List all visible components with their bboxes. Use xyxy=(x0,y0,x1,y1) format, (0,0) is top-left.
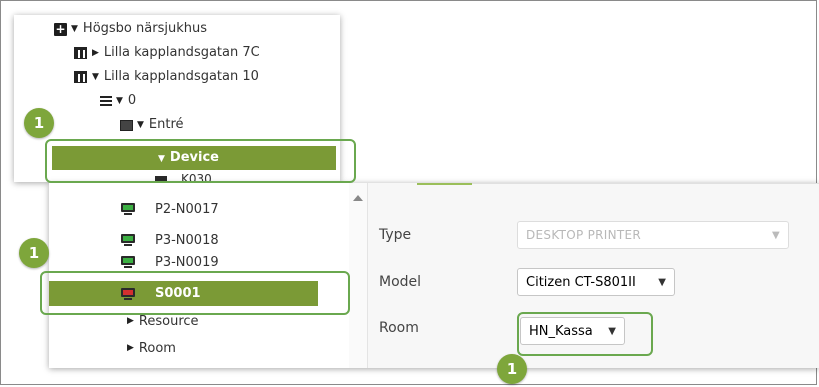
tree-item-floor[interactable]: ▼ 0 xyxy=(100,90,136,112)
type-select: DESKTOP PRINTER ▼ xyxy=(517,221,789,249)
caret-down-icon[interactable]: ▼ xyxy=(71,18,78,40)
callout-badge-1: 1 xyxy=(24,108,54,138)
caret-down-icon[interactable]: ▼ xyxy=(116,90,123,112)
folder-item-room[interactable]: ▶ Room xyxy=(127,337,176,359)
list-item[interactable]: P3-N0018 xyxy=(121,228,219,252)
computer-icon xyxy=(121,256,135,268)
computer-icon xyxy=(121,234,135,246)
room-icon xyxy=(120,119,133,131)
list-item[interactable]: P3-N0019 xyxy=(121,254,219,270)
callout-box-room-select xyxy=(517,312,653,356)
building-icon xyxy=(74,71,87,83)
callout-badge-1: 1 xyxy=(19,238,49,268)
chevron-down-icon: ▼ xyxy=(772,230,780,241)
tab-underline xyxy=(417,183,819,184)
callout-box-device-folder xyxy=(45,139,356,183)
computer-icon xyxy=(121,203,135,215)
list-scrollbar[interactable] xyxy=(349,183,367,368)
list-item[interactable]: P2-N0017 xyxy=(121,197,219,221)
active-tab-indicator xyxy=(417,183,472,185)
room-label: Room xyxy=(379,320,419,336)
tree-item-hospital[interactable]: + ▼ Högsbo närsjukhus xyxy=(54,18,207,40)
tree-item-room-entre[interactable]: ▼ Entré xyxy=(120,114,184,136)
callout-box-selected-device xyxy=(40,271,350,315)
floor-icon xyxy=(100,95,112,107)
caret-right-icon[interactable]: ▶ xyxy=(127,316,134,326)
model-select[interactable]: Citizen CT-S801II ▼ xyxy=(517,268,675,296)
hospital-icon: + xyxy=(54,21,67,36)
type-label: Type xyxy=(379,227,412,243)
caret-down-icon[interactable]: ▼ xyxy=(137,114,144,136)
caret-right-icon[interactable]: ▶ xyxy=(92,42,99,64)
scroll-up-icon[interactable] xyxy=(353,195,363,201)
tree-item-building-7c[interactable]: ▶ Lilla kapplandsgatan 7C xyxy=(74,42,260,64)
building-icon xyxy=(74,47,87,59)
caret-down-icon[interactable]: ▼ xyxy=(92,66,99,88)
caret-right-icon[interactable]: ▶ xyxy=(127,343,134,353)
tree-item-building-10[interactable]: ▼ Lilla kapplandsgatan 10 xyxy=(74,66,259,88)
callout-badge-1: 1 xyxy=(497,354,527,384)
chevron-down-icon[interactable]: ▼ xyxy=(658,277,666,288)
model-label: Model xyxy=(379,274,422,290)
